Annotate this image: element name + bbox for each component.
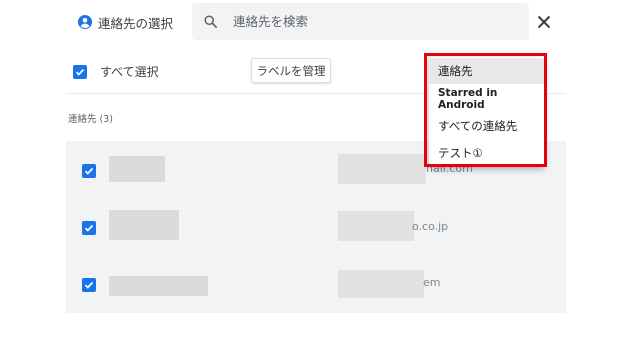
row-checkbox[interactable] bbox=[82, 278, 96, 292]
contact-row[interactable]: o.co.jp bbox=[66, 199, 566, 255]
menu-item-test[interactable]: テスト① bbox=[429, 140, 544, 166]
dialog-header: 連絡先の選択 bbox=[78, 13, 173, 31]
blurred-email bbox=[338, 270, 424, 298]
email-text: em bbox=[423, 276, 441, 289]
checkbox-checked-icon bbox=[84, 167, 94, 175]
person-circle-icon bbox=[78, 15, 92, 29]
contact-row[interactable]: em bbox=[66, 256, 566, 312]
blurred-name bbox=[109, 276, 208, 296]
select-all-label: すべて選択 bbox=[100, 65, 159, 79]
search-icon bbox=[204, 15, 217, 28]
close-icon bbox=[537, 15, 551, 29]
checkbox-checked-icon bbox=[84, 281, 94, 289]
contacts-count-label: 連絡先 (3) bbox=[68, 114, 113, 125]
close-button[interactable] bbox=[534, 12, 554, 32]
menu-item-all-contacts[interactable]: すべての連絡先 bbox=[429, 113, 544, 139]
search-box[interactable] bbox=[192, 3, 529, 40]
menu-item-starred-in-android[interactable]: Starred in Android bbox=[429, 86, 544, 112]
email-text: o.co.jp bbox=[412, 220, 449, 233]
menu-item-contacts[interactable]: 連絡先 bbox=[429, 58, 544, 84]
label-dropdown-menu: 連絡先 Starred in Android すべての連絡先 テスト① bbox=[429, 57, 544, 167]
manage-labels-button[interactable]: ラベルを管理 bbox=[251, 58, 331, 83]
checkbox-checked-icon bbox=[73, 64, 87, 79]
dialog-title: 連絡先の選択 bbox=[98, 15, 174, 31]
blurred-email bbox=[338, 154, 426, 184]
search-input[interactable] bbox=[233, 14, 503, 29]
select-all-checkbox[interactable]: すべて選択 bbox=[73, 63, 159, 80]
row-checkbox[interactable] bbox=[82, 164, 96, 178]
blurred-email bbox=[338, 211, 414, 241]
blurred-name bbox=[109, 210, 179, 240]
checkbox-checked-icon bbox=[84, 224, 94, 232]
blurred-name bbox=[109, 156, 165, 182]
row-checkbox[interactable] bbox=[82, 221, 96, 235]
